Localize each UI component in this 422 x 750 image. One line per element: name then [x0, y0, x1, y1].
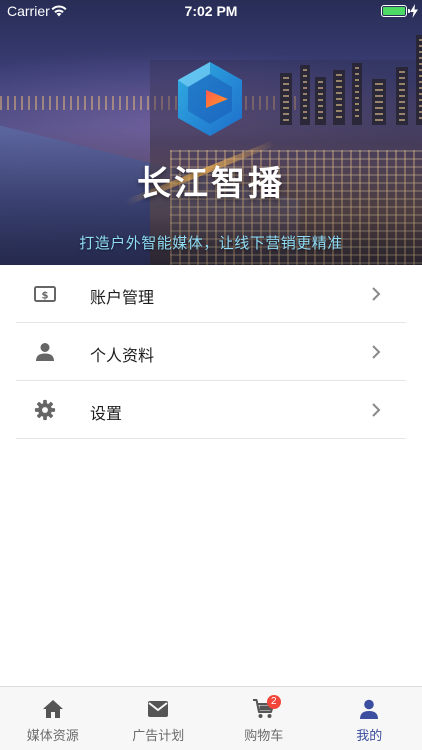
- hero-banner: 长江智播 打造户外智能媒体，让线下营销更精准: [0, 0, 422, 265]
- person-icon: [36, 343, 54, 361]
- money-icon: $: [34, 286, 56, 302]
- tab-shopping-cart[interactable]: 2 购物车: [211, 687, 317, 750]
- chevron-right-icon: [372, 403, 381, 417]
- brand-title: 长江智播: [137, 164, 285, 204]
- brand-slogan: 打造户外智能媒体，让线下营销更精准: [79, 234, 343, 252]
- tab-label: 广告计划: [132, 729, 185, 744]
- changjiang-logo-icon: [178, 62, 242, 136]
- battery-icon: [381, 5, 410, 17]
- tab-media-resources[interactable]: 媒体资源: [0, 687, 106, 750]
- person-icon: [360, 699, 379, 719]
- tab-label: 我的: [356, 729, 383, 744]
- menu-item-settings[interactable]: 设置: [0, 381, 422, 439]
- battery-level: [383, 7, 405, 15]
- chevron-right-icon: [372, 287, 381, 301]
- menu-item-personal-profile[interactable]: 个人资料: [0, 323, 422, 381]
- gear-icon: [34, 399, 56, 421]
- tab-bar: 媒体资源 广告计划 2 购物车 我的: [0, 686, 422, 750]
- divider: [16, 438, 406, 439]
- tab-label: 媒体资源: [26, 729, 79, 744]
- status-time: 7:02 PM: [184, 3, 238, 19]
- tab-label: 购物车: [244, 729, 284, 744]
- cart-count-badge: 2: [266, 695, 281, 709]
- status-bar: Carrier 7:02 PM: [0, 0, 422, 22]
- tab-mine[interactable]: 我的: [317, 687, 422, 750]
- charging-bolt-icon: [410, 4, 418, 18]
- mail-icon: [148, 701, 169, 717]
- svg-text:$: $: [42, 291, 49, 302]
- menu-item-label: 个人资料: [90, 346, 155, 365]
- menu-item-label: 设置: [90, 404, 123, 423]
- chevron-right-icon: [372, 345, 381, 359]
- profile-menu: $ 账户管理 个人资料 设置: [0, 265, 422, 439]
- menu-item-account-management[interactable]: $ 账户管理: [0, 265, 422, 323]
- tab-ad-plans[interactable]: 广告计划: [106, 687, 212, 750]
- menu-item-label: 账户管理: [90, 288, 155, 307]
- home-icon: [42, 700, 63, 718]
